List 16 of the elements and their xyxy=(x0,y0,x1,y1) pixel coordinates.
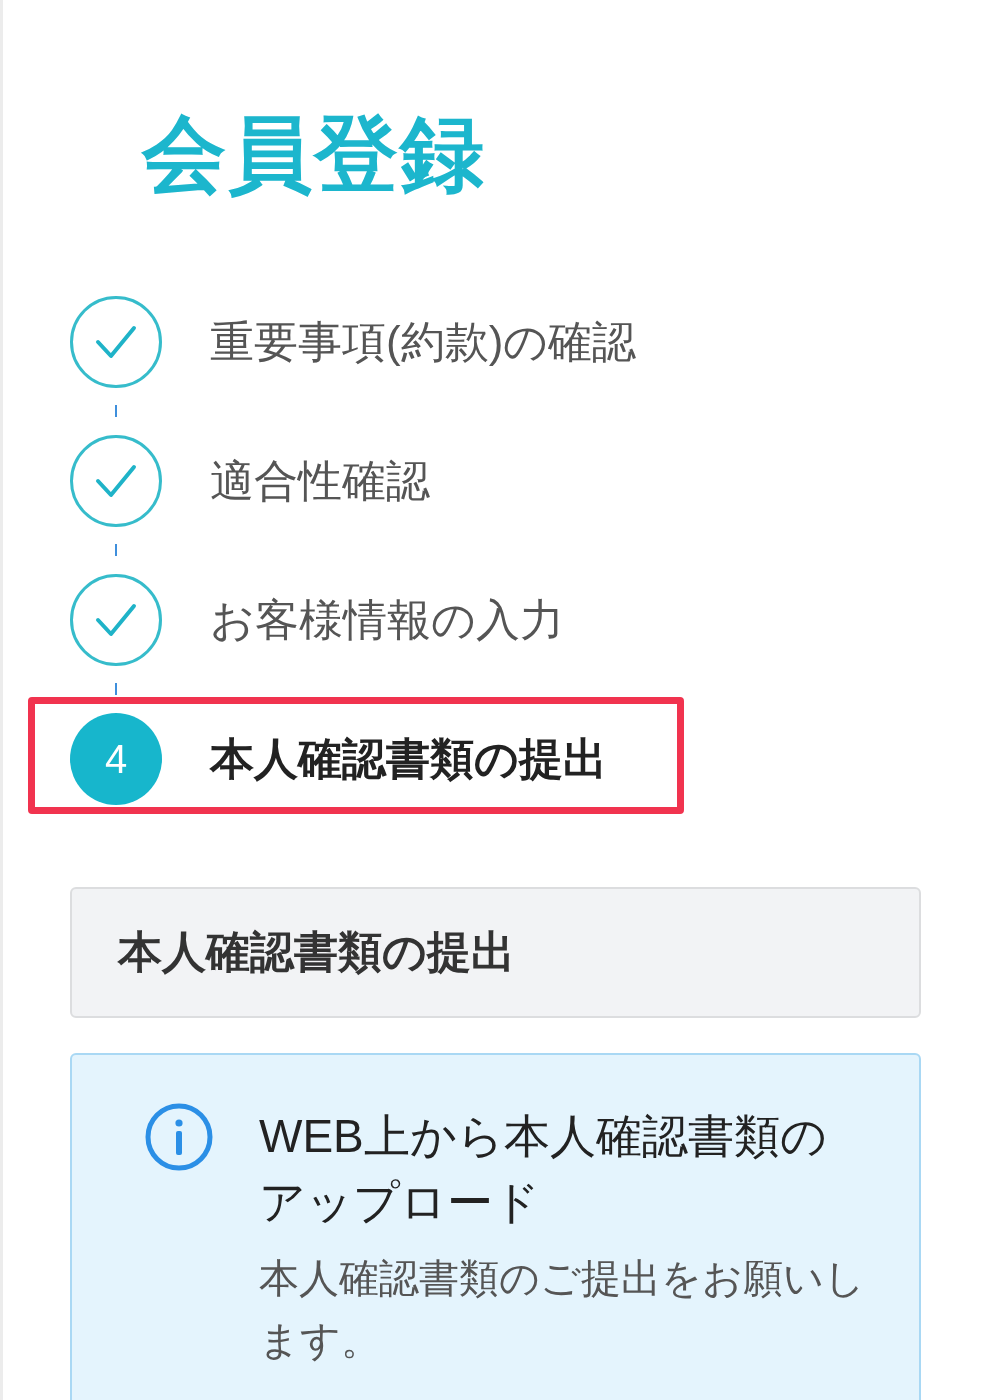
info-title: WEB上から本人確認書類のアップロード xyxy=(259,1109,828,1230)
section-header-text: 本人確認書類の提出 xyxy=(118,926,515,978)
page-title: 会員登録 xyxy=(142,106,486,203)
check-circle-icon xyxy=(70,574,162,666)
step-connector xyxy=(115,405,117,417)
step-label: 本人確認書類の提出 xyxy=(210,733,607,785)
step-connector xyxy=(115,683,117,695)
step-label: 重要事項(約款)の確認 xyxy=(210,316,637,368)
step-label: 適合性確認 xyxy=(210,455,430,507)
step-connector xyxy=(115,544,117,556)
info-icon xyxy=(145,1103,213,1171)
check-circle-icon xyxy=(70,296,162,388)
step-label: お客様情報の入力 xyxy=(210,594,564,646)
info-body: 本人確認書類のご提出をお願いします。 xyxy=(259,1255,865,1364)
check-circle-icon xyxy=(70,435,162,527)
step-number-badge: 4 xyxy=(70,713,162,805)
